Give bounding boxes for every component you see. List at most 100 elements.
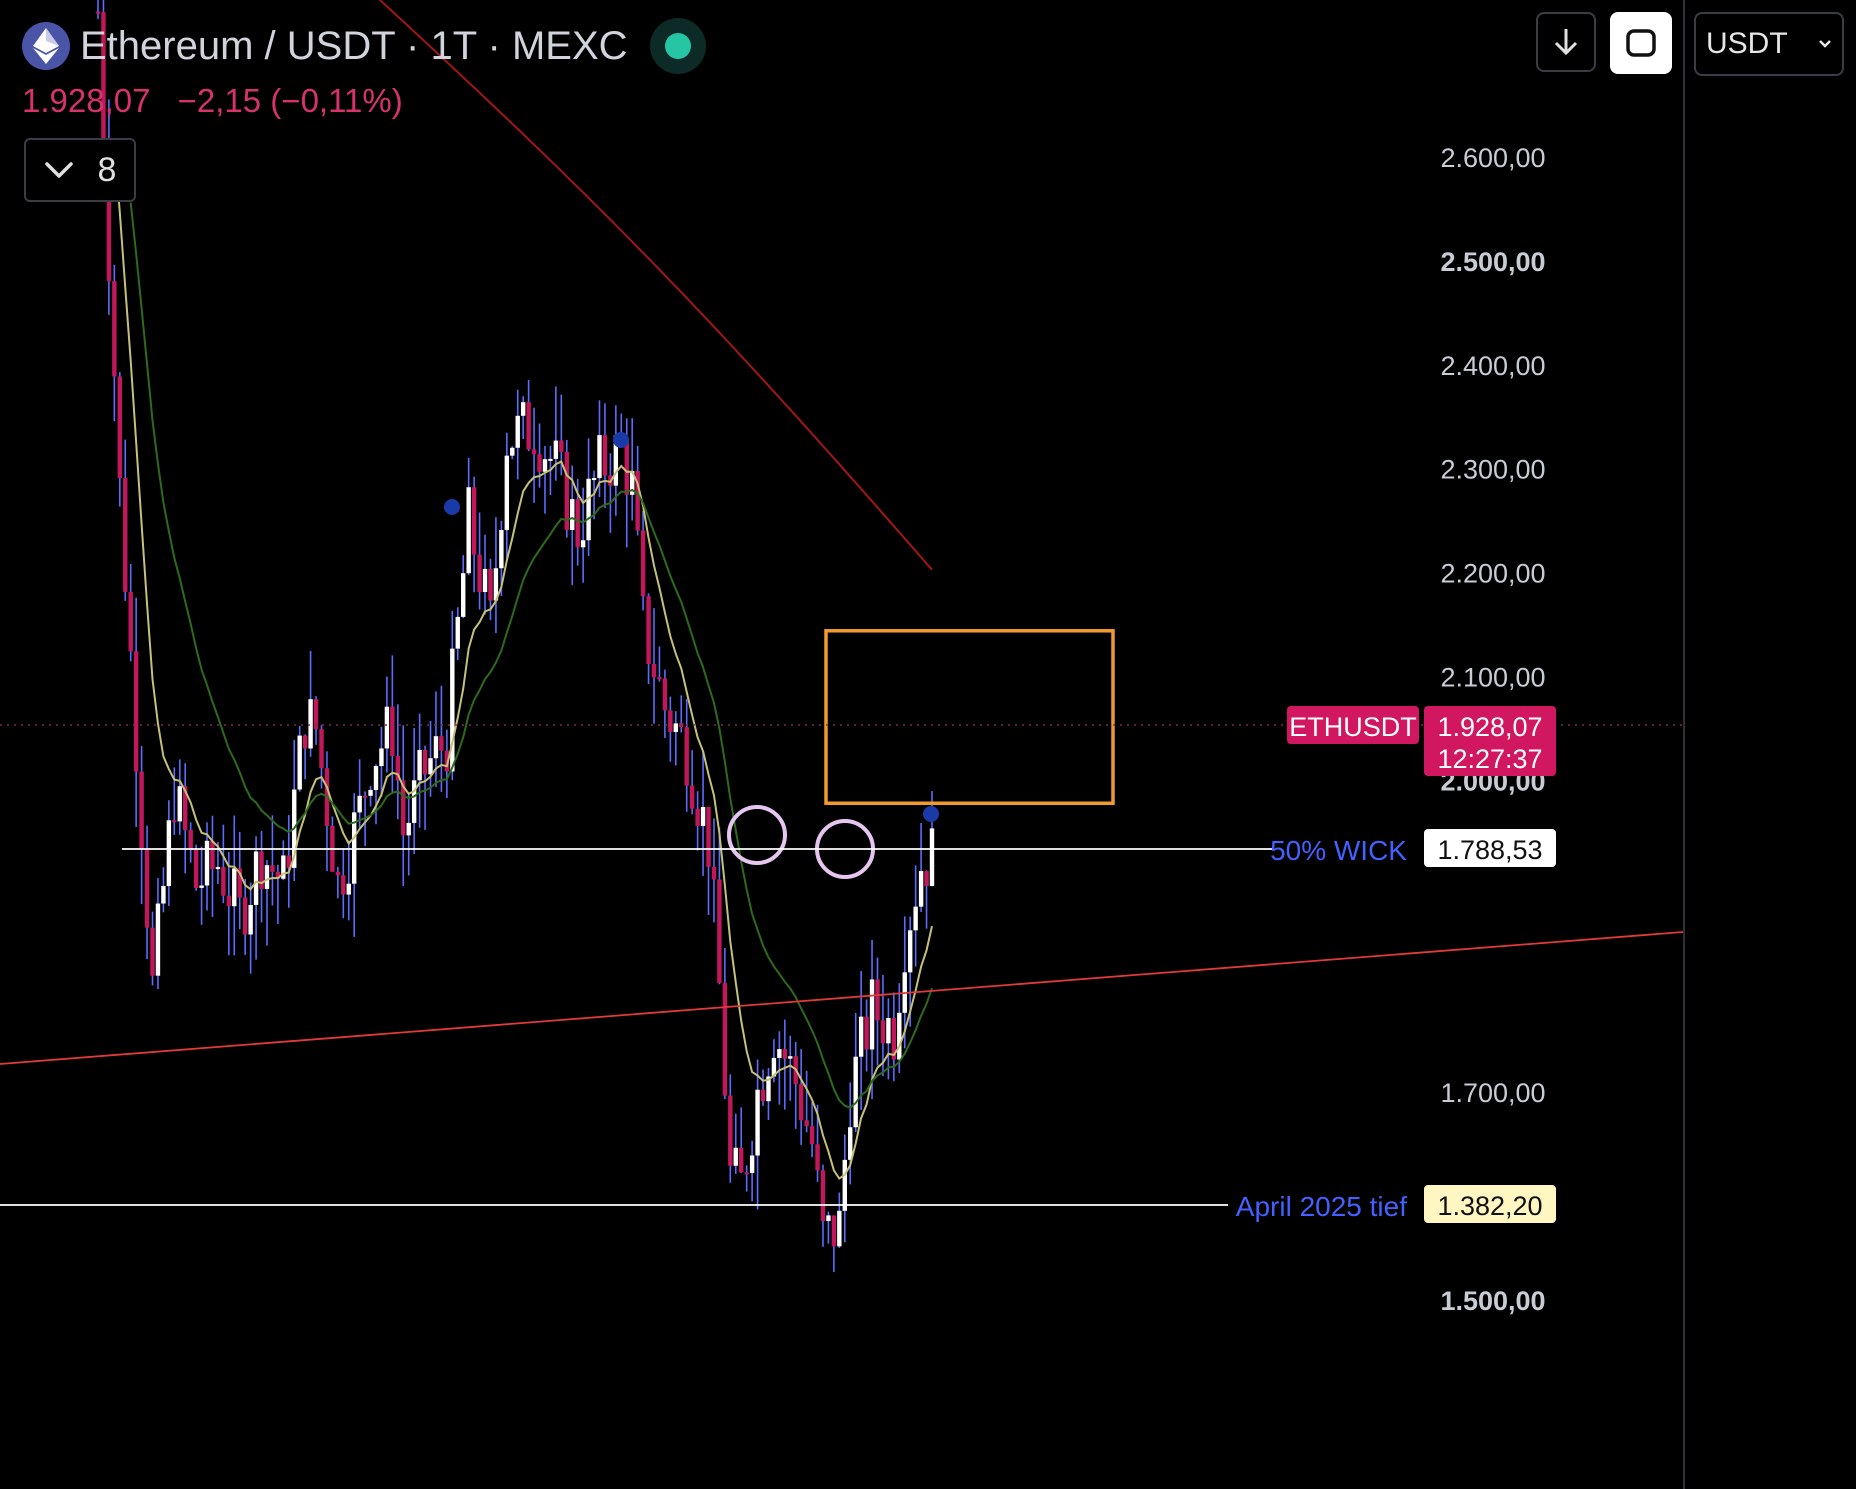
fullscreen-button[interactable] (1610, 12, 1672, 74)
candle-body (95, 11, 101, 14)
candle-body (515, 415, 520, 448)
candle-body (510, 447, 515, 456)
candle-body (455, 616, 460, 649)
level-label-50-wick: 50% WICK (1270, 835, 1407, 866)
axis-tick-label: 2.500,00 (1440, 247, 1545, 277)
candle-body (929, 828, 935, 887)
candle-body (695, 808, 700, 826)
candle-body (673, 723, 679, 732)
candle-series (95, 0, 935, 1273)
candle-body (166, 820, 172, 887)
candle-body (308, 699, 313, 749)
candle-body (722, 983, 728, 1096)
crossover-marker (923, 806, 939, 822)
candle-body (668, 710, 673, 732)
candle-body (886, 1017, 891, 1044)
candle-body (869, 979, 875, 1050)
chart-overlays: 50% WICK April 2025 tief (0, 0, 1684, 1222)
crossover-marker (613, 432, 629, 448)
candle-body (161, 886, 166, 904)
candle-body (319, 728, 324, 769)
candle-body (221, 867, 226, 896)
symbol-tag-text: ETHUSDT (1289, 712, 1417, 742)
symbol-header[interactable]: Ethereum / USDT · 1T · MEXC (22, 18, 706, 74)
candle-body (744, 1172, 749, 1175)
candle-body (362, 795, 368, 798)
candle-body (346, 883, 351, 895)
axis-separator (1683, 0, 1685, 1489)
candle-body (907, 930, 913, 973)
symbol-title: Ethereum / USDT · 1T · MEXC (80, 23, 628, 68)
candle-body (542, 459, 548, 472)
candle-body (597, 435, 602, 479)
candle-body (242, 897, 248, 935)
price-chart[interactable]: 50% WICK April 2025 tief 2.600,00 2.500,00… (0, 0, 1856, 1489)
candle-body (575, 499, 580, 548)
candle-body (226, 895, 232, 907)
candle-body (253, 851, 259, 906)
currency-select[interactable]: USDT (1694, 12, 1844, 76)
candle-body (564, 451, 569, 530)
candle-body (717, 879, 722, 984)
candle-body (798, 1084, 804, 1121)
candle-body (433, 736, 439, 759)
candle-body (199, 885, 204, 888)
candle-body (586, 478, 591, 541)
candle-body (373, 766, 379, 790)
candle-body (826, 1215, 831, 1221)
candle-body (749, 1155, 755, 1173)
candle-body (210, 840, 215, 870)
candle-body (602, 435, 608, 476)
price-axis: 2.600,00 2.500,00 2.400,00 2.300,00 2.200,00… (1287, 143, 1556, 1316)
level-label-april-low: April 2025 tief (1236, 1191, 1407, 1222)
candle-body (848, 1127, 853, 1160)
candle-body (248, 905, 253, 935)
candle-body (559, 440, 564, 452)
candle-body (422, 749, 428, 775)
candle-body (232, 868, 237, 907)
axis-tick-label: 2.200,00 (1440, 559, 1545, 589)
candle-body (842, 1159, 847, 1211)
candle-body (406, 822, 411, 836)
candle-body (128, 591, 133, 652)
candle-body (706, 806, 711, 867)
candle-body (684, 727, 689, 786)
candle-body (820, 1170, 826, 1221)
axis-tick-label: 2.300,00 (1440, 455, 1545, 485)
candle-body (526, 402, 531, 450)
candle-body (384, 706, 390, 749)
candle-body (924, 871, 929, 887)
candle-body (548, 458, 553, 461)
candle-body (297, 735, 302, 790)
candle-body (700, 806, 706, 826)
candle-body (172, 820, 177, 823)
candle-body (466, 487, 471, 574)
candle-body (379, 748, 384, 767)
candle-body (689, 785, 695, 809)
candle-body (177, 786, 182, 822)
price-change: −2,15 (−0,11%) (177, 82, 403, 119)
candle-body (580, 540, 586, 548)
last-price-tag-text: 1.928,07 (1437, 712, 1542, 742)
candle-body (123, 478, 128, 592)
candle-body (646, 596, 651, 664)
candle-body (782, 1049, 788, 1059)
supply-zone-box (824, 629, 1115, 806)
candle-body (809, 1126, 815, 1145)
axis-tick-label: 1.500,00 (1440, 1286, 1545, 1316)
crossover-marker (444, 499, 460, 515)
candle-body (193, 849, 199, 888)
download-button[interactable] (1536, 12, 1596, 72)
candle-body (461, 573, 466, 617)
indicators-toggle-button[interactable]: 8 (24, 138, 136, 202)
last-price-tag-text: 12:27:37 (1437, 744, 1542, 774)
fullscreen-icon (1626, 29, 1656, 57)
candle-body (837, 1210, 842, 1247)
price-change-line: 1.928,07 −2,15 (−0,11%) (22, 82, 421, 120)
candle-body (711, 866, 717, 880)
chevron-down-icon (44, 162, 73, 178)
candle-body (739, 1147, 744, 1173)
candle-body (155, 903, 161, 976)
axis-tick-label: 2.600,00 (1440, 143, 1545, 173)
candle-body (188, 830, 193, 850)
